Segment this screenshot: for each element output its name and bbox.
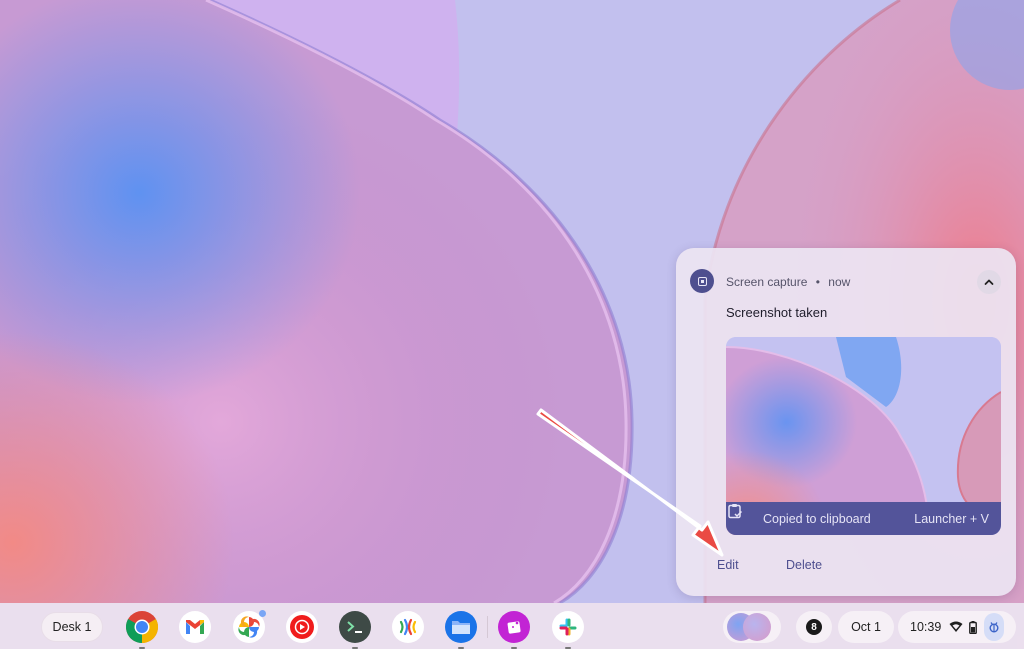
notification-title: Screenshot taken xyxy=(726,305,828,320)
chrome-icon xyxy=(126,611,158,643)
source-app-name: Screen capture xyxy=(726,275,808,289)
notification-source: Screen capture • now xyxy=(726,275,850,289)
notification-time: now xyxy=(828,275,851,289)
shelf-app-chrome[interactable] xyxy=(126,611,158,649)
notification-count-badge: 8 xyxy=(806,619,822,635)
source-separator: • xyxy=(815,275,820,289)
shelf-app-youtube-music[interactable] xyxy=(286,611,318,643)
files-icon xyxy=(452,621,470,634)
slack-icon xyxy=(559,618,577,636)
edit-button[interactable]: Edit xyxy=(717,558,739,572)
holding-space-thumbnail xyxy=(743,613,771,641)
battery-icon xyxy=(969,620,978,634)
shelf-app-photos[interactable] xyxy=(233,610,266,643)
shelf: Desk 1 8 Oct 1 10:39 xyxy=(0,603,1024,649)
shelf-app-files[interactable] xyxy=(445,611,477,649)
shelf-app-gmail[interactable] xyxy=(179,611,211,643)
desk-button[interactable]: Desk 1 xyxy=(41,612,103,642)
screen-capture-icon xyxy=(690,269,714,293)
paste-shortcut: Launcher + V xyxy=(914,511,989,526)
clipboard-status: Copied to clipboard xyxy=(763,511,871,526)
nearby-share-icon xyxy=(399,618,417,636)
clock-time: 10:39 xyxy=(910,620,942,634)
notification-center-button[interactable]: 8 xyxy=(796,611,832,643)
clipboard-check-icon xyxy=(728,504,755,528)
bug-icon xyxy=(989,622,999,633)
wifi-icon xyxy=(949,621,963,632)
feedback-button[interactable] xyxy=(984,613,1005,641)
screenshot-notification[interactable]: Screen capture • now Screenshot taken Co… xyxy=(676,248,1016,596)
status-area[interactable]: 10:39 xyxy=(898,611,1016,643)
youtube-music-icon xyxy=(290,615,314,639)
shelf-app-canvas[interactable] xyxy=(498,611,530,649)
date-button[interactable]: Oct 1 xyxy=(838,611,894,643)
shelf-separator xyxy=(487,616,488,638)
holding-space-button[interactable] xyxy=(723,611,781,643)
gmail-icon xyxy=(186,620,204,634)
canvas-icon xyxy=(507,621,521,634)
shelf-app-terminal[interactable] xyxy=(339,611,371,649)
shelf-app-slack[interactable] xyxy=(552,611,584,649)
delete-button[interactable]: Delete xyxy=(786,558,822,572)
terminal-icon xyxy=(347,621,362,633)
clipboard-banner: Copied to clipboard Launcher + V xyxy=(726,502,1001,535)
chevron-up-icon xyxy=(984,279,994,285)
photos-icon xyxy=(238,616,260,638)
shelf-app-nearby[interactable] xyxy=(392,611,424,643)
screenshot-preview[interactable]: Copied to clipboard Launcher + V xyxy=(726,337,1001,535)
photos-badge xyxy=(259,610,266,617)
collapse-button[interactable] xyxy=(977,270,1001,294)
